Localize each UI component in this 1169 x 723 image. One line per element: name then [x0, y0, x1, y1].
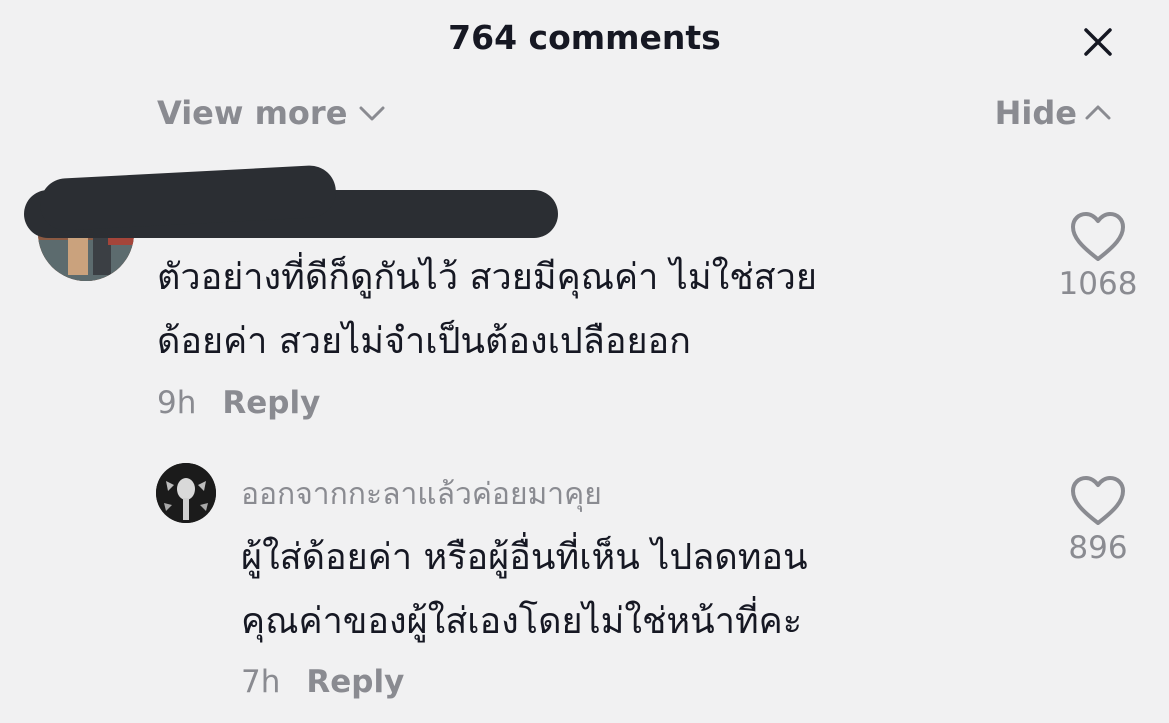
reply-meta: 7h Reply	[241, 664, 404, 700]
reply-button[interactable]: Reply	[222, 385, 320, 421]
heart-outline-icon	[1071, 476, 1125, 525]
close-icon	[1084, 28, 1112, 56]
like-button[interactable]: 896	[1038, 474, 1158, 566]
comment-time: 9h	[157, 385, 197, 421]
reply-button[interactable]: Reply	[306, 664, 404, 700]
heart-outline-icon	[1071, 212, 1125, 261]
reply-text: ผู้ใส่ด้อยค่า หรือผู้อื่นที่เห็น ไปลดทอน…	[241, 526, 808, 654]
hide-button[interactable]: Hide	[995, 94, 1113, 132]
view-more-button[interactable]: View more	[157, 94, 387, 132]
like-count: 1068	[1058, 266, 1138, 302]
reply-username[interactable]: ออกจากกะลาแล้วค่อยมาคุย	[241, 471, 602, 518]
reply-time: 7h	[241, 664, 281, 700]
hide-label: Hide	[994, 94, 1077, 132]
comments-count-title: 764 comments	[448, 18, 721, 57]
like-button[interactable]: 1068	[1038, 210, 1158, 302]
chevron-down-icon	[357, 98, 387, 128]
like-count: 896	[1068, 530, 1128, 566]
avatar[interactable]	[156, 463, 216, 523]
comment-line: ตัวอย่างที่ดีก็ดูกันไว้ สวยมีคุณค่า ไม่ใ…	[157, 257, 817, 298]
chevron-up-icon	[1083, 98, 1113, 128]
comment-text: ตัวอย่างที่ดีก็ดูกันไว้ สวยมีคุณค่า ไม่ใ…	[157, 246, 817, 374]
comment-meta: 9h Reply	[157, 385, 320, 421]
reply-line: ผู้ใส่ด้อยค่า หรือผู้อื่นที่เห็น ไปลดทอน	[241, 537, 808, 578]
comment-line: ด้อยค่า สวยไม่จำเป็นต้องเปลือยอก	[157, 321, 691, 362]
reply-line: คุณค่าของผู้ใส่เองโดยไม่ใช่หน้าที่คะ	[241, 601, 803, 642]
close-button[interactable]	[1078, 22, 1118, 62]
view-more-label: View more	[157, 94, 348, 132]
